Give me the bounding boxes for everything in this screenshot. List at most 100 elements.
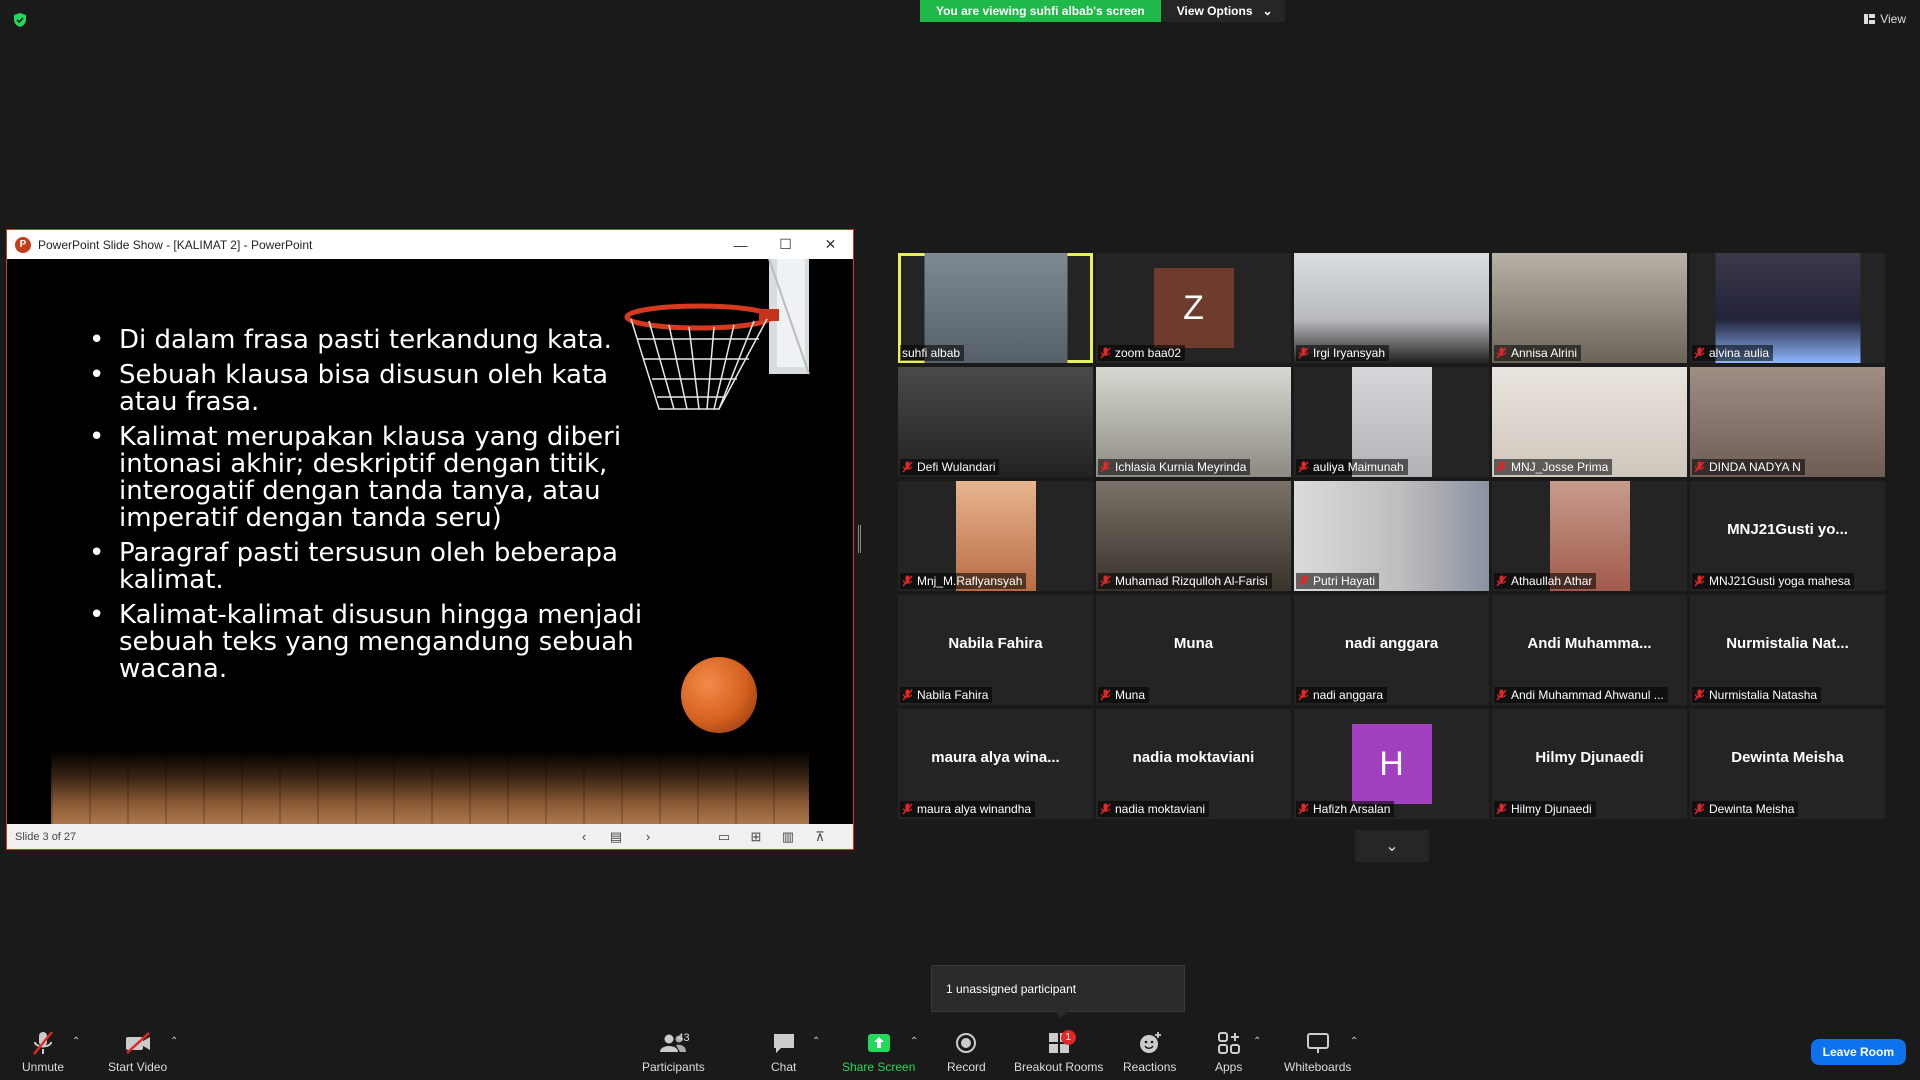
normal-view-icon[interactable]: ▭ <box>715 829 733 845</box>
participant-name-label: Annisa Alrini <box>1494 345 1582 361</box>
participant-tile[interactable]: Dewinta Meisha Dewinta Meisha <box>1690 709 1885 819</box>
next-slide-icon[interactable]: › <box>639 829 657 844</box>
participant-name-label: Hafizh Arsalan <box>1296 801 1395 817</box>
participant-name: DINDA NADYA N <box>1709 460 1801 474</box>
participant-name-label: Andi Muhammad Ahwanul ... <box>1494 687 1668 703</box>
participant-tile[interactable]: DINDA NADYA N <box>1690 367 1885 477</box>
slide-canvas: Di dalam frasa pasti terkandung kata. Se… <box>7 259 853 826</box>
participant-tile[interactable]: Zzoom baa02 <box>1096 253 1291 363</box>
participant-tile[interactable]: Nabila Fahira Nabila Fahira <box>898 595 1093 705</box>
close-icon[interactable]: ✕ <box>808 230 853 259</box>
video-options-caret-icon[interactable]: ⌃ <box>170 1036 182 1048</box>
participant-tile[interactable]: Irgi Iryansyah <box>1294 253 1489 363</box>
participant-tile[interactable]: Mnj_M.Raflyansyah <box>898 481 1093 591</box>
grid-view-icon <box>1864 14 1876 24</box>
whiteboards-button[interactable]: Whiteboards <box>1284 1030 1351 1074</box>
slide-bullet: Paragraf pasti tersusun oleh beberapa ka… <box>87 540 647 594</box>
participant-name-label: Putri Hayati <box>1296 573 1380 589</box>
slide-menu-icon[interactable]: ▤ <box>607 829 625 845</box>
participant-name-label: Muna <box>1098 687 1150 703</box>
slide-sorter-icon[interactable]: ⊞ <box>747 829 765 845</box>
microphone-muted-icon <box>1298 347 1309 359</box>
participant-tile[interactable]: Putri Hayati <box>1294 481 1489 591</box>
participant-name-label: nadi anggara <box>1296 687 1388 703</box>
microphone-muted-icon <box>1496 803 1507 815</box>
view-options-button[interactable]: View Options ⌄ <box>1160 0 1285 22</box>
microphone-muted-icon <box>1100 689 1111 701</box>
start-video-button[interactable]: Start Video <box>108 1030 167 1074</box>
share-screen-button[interactable]: Share Screen <box>842 1030 915 1074</box>
apps-button[interactable]: Apps <box>1215 1030 1242 1074</box>
unmute-label: Unmute <box>22 1060 65 1074</box>
breakout-rooms-button[interactable]: 1 Breakout Rooms <box>1014 1030 1103 1074</box>
participant-gallery: suhfi albab Zzoom baa02 Irgi Iryansyah Anni… <box>898 253 1885 819</box>
participant-name: nadia moktaviani <box>1115 802 1206 816</box>
participant-name: Andi Muhammad Ahwanul ... <box>1511 688 1664 702</box>
chat-button[interactable]: Chat <box>771 1030 796 1074</box>
whiteboards-options-caret-icon[interactable]: ⌃ <box>1350 1036 1362 1048</box>
participant-tile[interactable]: Muhamad Rizqulloh Al-Farisi <box>1096 481 1291 591</box>
participant-name-label: suhfi albab <box>900 345 965 361</box>
split-view-handle[interactable] <box>858 525 861 553</box>
participants-button[interactable]: 43 Participants <box>642 1030 705 1074</box>
chat-bubble-icon <box>773 1034 794 1053</box>
participant-tile[interactable]: Andi Muhamma... Andi Muhammad Ahwanul ... <box>1492 595 1687 705</box>
maximize-icon[interactable]: ☐ <box>763 230 808 259</box>
participant-tile[interactable]: Hilmy Djunaedi Hilmy Djunaedi <box>1492 709 1687 819</box>
microphone-muted-icon <box>1298 461 1309 473</box>
audio-options-caret-icon[interactable]: ⌃ <box>72 1036 84 1048</box>
screen-share-banner: You are viewing suhfi albab's screen Vie… <box>920 0 1285 22</box>
participant-name: Muna <box>1115 688 1146 702</box>
slideshow-view-icon[interactable]: ⊼ <box>811 829 829 845</box>
previous-slide-icon[interactable]: ‹ <box>575 829 593 844</box>
security-shield-icon[interactable] <box>12 12 28 28</box>
participant-display-name: Hilmy Djunaedi <box>1535 749 1644 766</box>
participant-tile[interactable]: Muna Muna <box>1096 595 1291 705</box>
unmute-button[interactable]: Unmute <box>22 1030 64 1074</box>
participant-name-label: auliya Maimunah <box>1296 459 1408 475</box>
participant-tile[interactable]: maura alya wina... maura alya winandha <box>898 709 1093 819</box>
microphone-muted-icon <box>1496 461 1507 473</box>
participant-tile[interactable]: Defi Wulandari <box>898 367 1093 477</box>
microphone-muted-icon <box>902 803 913 815</box>
participant-name-label: Nabila Fahira <box>900 687 993 703</box>
participant-name: Annisa Alrini <box>1511 346 1578 360</box>
breakout-notification-badge: 1 <box>1060 1030 1076 1045</box>
participant-tile[interactable]: alvina aulia <box>1690 253 1885 363</box>
participant-name: alvina aulia <box>1709 346 1770 360</box>
microphone-muted-icon <box>1100 461 1111 473</box>
participant-name: MNJ_Josse Prima <box>1511 460 1609 474</box>
participant-tile[interactable]: H Hafizh Arsalan <box>1294 709 1489 819</box>
microphone-muted-icon <box>1100 347 1111 359</box>
participant-tile[interactable]: Athaullah Athar <box>1492 481 1687 591</box>
microphone-muted-icon <box>902 461 913 473</box>
participant-display-name: Andi Muhamma... <box>1527 635 1652 652</box>
participant-name-label: Mnj_M.Raflyansyah <box>900 573 1027 589</box>
participant-tile[interactable]: MNJ_Josse Prima <box>1492 367 1687 477</box>
view-button[interactable]: View <box>1864 12 1906 26</box>
record-button[interactable]: Record <box>947 1030 986 1074</box>
leave-room-button[interactable]: Leave Room <box>1810 1039 1906 1065</box>
participant-tile[interactable]: suhfi albab <box>898 253 1093 363</box>
shared-powerpoint-window: P PowerPoint Slide Show - [KALIMAT 2] - … <box>6 229 854 850</box>
chat-options-caret-icon[interactable]: ⌃ <box>812 1036 824 1048</box>
microphone-muted-icon <box>1496 689 1507 701</box>
participant-tile[interactable]: nadia moktaviani nadia moktaviani <box>1096 709 1291 819</box>
participant-tile[interactable]: Ichlasia Kurnia Meyrinda <box>1096 367 1291 477</box>
reading-view-icon[interactable]: ▥ <box>779 829 797 845</box>
participant-display-name: maura alya wina... <box>931 749 1060 766</box>
participant-name: Defi Wulandari <box>917 460 996 474</box>
minimize-icon[interactable]: — <box>718 230 763 259</box>
apps-options-caret-icon[interactable]: ⌃ <box>1253 1036 1265 1048</box>
microphone-muted-icon <box>1496 575 1507 587</box>
reactions-button[interactable]: Reactions <box>1123 1030 1176 1074</box>
share-options-caret-icon[interactable]: ⌃ <box>910 1036 922 1048</box>
participant-display-name: Dewinta Meisha <box>1731 749 1844 766</box>
participant-tile[interactable]: MNJ21Gusti yo... MNJ21Gusti yoga mahesa <box>1690 481 1885 591</box>
participant-tile[interactable]: Annisa Alrini <box>1492 253 1687 363</box>
whiteboard-icon <box>1306 1033 1329 1053</box>
participant-tile[interactable]: nadi anggara nadi anggara <box>1294 595 1489 705</box>
gallery-next-page-button[interactable]: ⌄ <box>1355 830 1429 862</box>
participant-tile[interactable]: Nurmistalia Nat... Nurmistalia Natasha <box>1690 595 1885 705</box>
participant-tile[interactable]: auliya Maimunah <box>1294 367 1489 477</box>
